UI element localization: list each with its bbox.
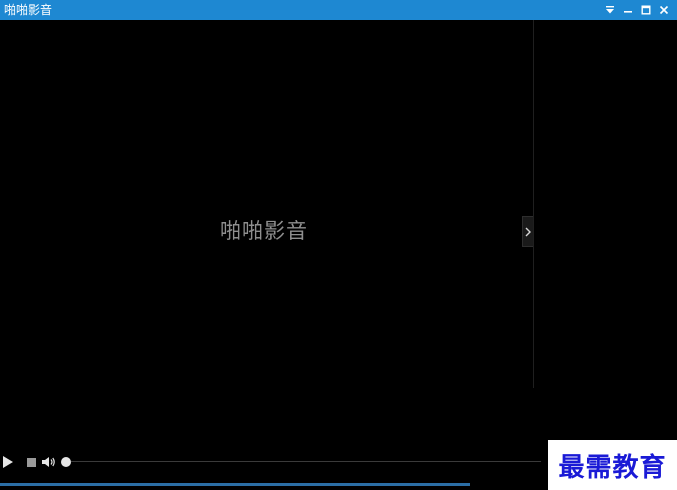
minimize-icon (624, 11, 632, 13)
playlist-toggle-button[interactable] (522, 216, 533, 247)
chevron-right-icon (525, 227, 531, 236)
player-window: 啪啪影音 啪啪影音 最需教育 (0, 0, 677, 490)
menu-icon (606, 6, 614, 14)
window-controls (601, 0, 673, 20)
window-title: 啪啪影音 (4, 3, 53, 17)
minimize-button[interactable] (619, 0, 637, 20)
player-logo-text: 啪啪影音 (220, 219, 308, 243)
progress-bar[interactable] (71, 461, 541, 462)
close-button[interactable] (655, 0, 673, 20)
menu-button[interactable] (601, 0, 619, 20)
maximize-icon (641, 5, 651, 15)
volume-icon (42, 457, 55, 467)
window-bottom-strip (0, 483, 470, 486)
playlist-panel (534, 20, 677, 456)
watermark-text: 最需教育 (558, 452, 667, 483)
stop-icon (26, 457, 36, 467)
play-button[interactable] (1, 453, 15, 471)
maximize-button[interactable] (637, 0, 655, 20)
video-area[interactable]: 啪啪影音 (0, 20, 533, 456)
watermark: 最需教育 (548, 440, 677, 490)
title-bar: 啪啪影音 (0, 0, 677, 20)
stop-button[interactable] (25, 455, 37, 469)
volume-button[interactable] (41, 454, 57, 470)
volume-slider-knob[interactable] (61, 457, 71, 467)
play-icon (3, 456, 13, 468)
close-icon (659, 5, 669, 15)
